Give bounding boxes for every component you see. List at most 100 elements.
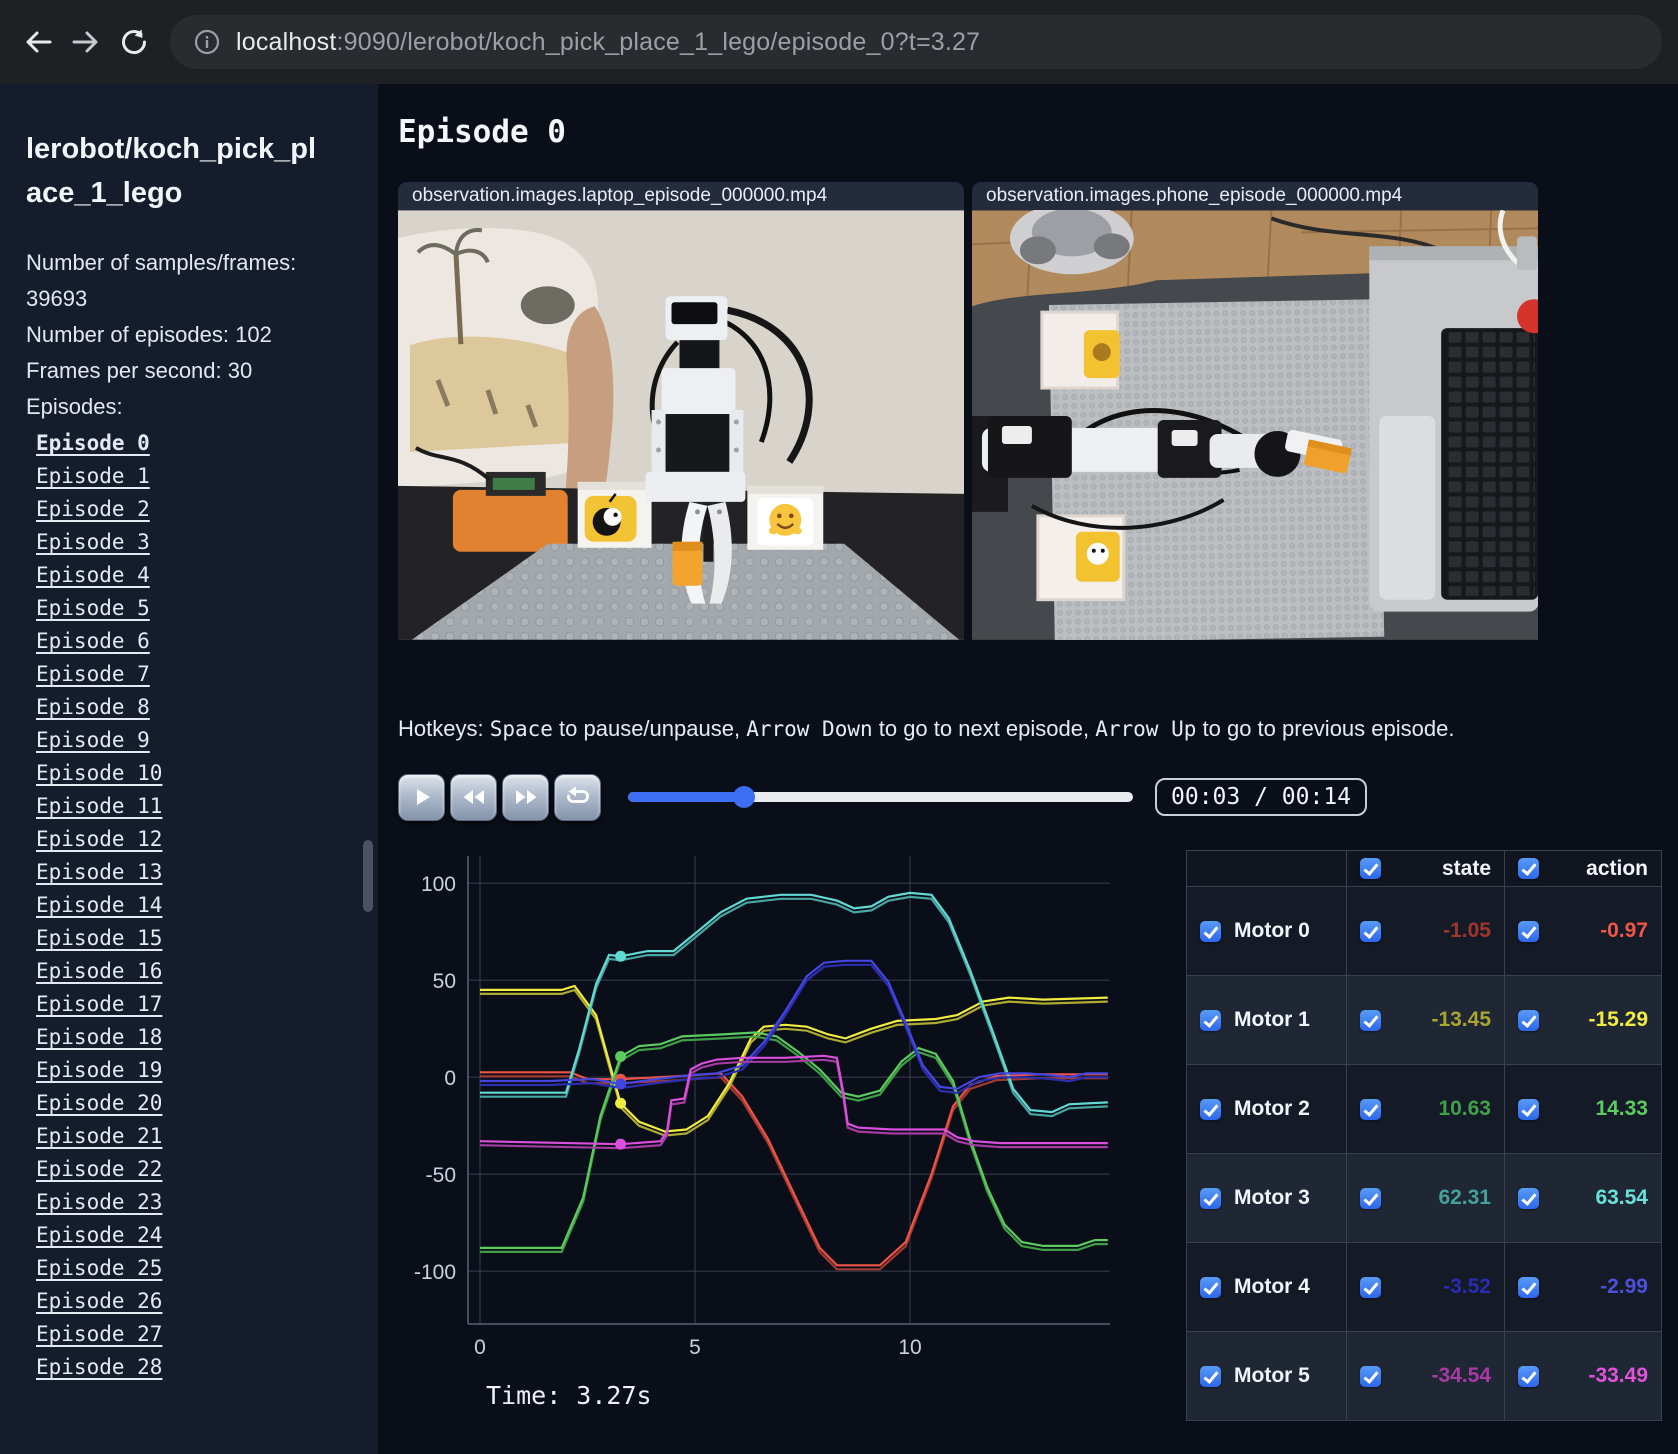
episode-link[interactable]: Episode 19 (36, 1058, 162, 1082)
episode-list-item: Episode 19 (36, 1054, 378, 1087)
episode-link[interactable]: Episode 21 (36, 1124, 162, 1148)
episode-link[interactable]: Episode 10 (36, 761, 162, 785)
back-icon[interactable] (14, 18, 62, 66)
state-value: -34.54 (1431, 1364, 1491, 1387)
episode-link[interactable]: Episode 1 (36, 464, 150, 488)
state-value-checkbox[interactable] (1360, 1009, 1381, 1031)
episode-link[interactable]: Episode 28 (36, 1355, 162, 1379)
browser-toolbar: localhost:9090/lerobot/koch_pick_place_1… (0, 0, 1678, 84)
video-progress-slider[interactable] (628, 786, 1133, 808)
svg-text:10: 10 (898, 1336, 921, 1359)
episode-link[interactable]: Episode 17 (36, 992, 162, 1016)
episode-link[interactable]: Episode 2 (36, 497, 150, 521)
episode-link[interactable]: Episode 0 (36, 431, 150, 455)
episode-link[interactable]: Episode 7 (36, 662, 150, 686)
episode-link[interactable]: Episode 20 (36, 1091, 162, 1115)
episode-link[interactable]: Episode 24 (36, 1223, 162, 1247)
video-frame-laptop[interactable] (398, 210, 964, 640)
player-controls: 00:03 / 00:14 (398, 772, 1678, 822)
table-row: Motor 4 -3.52 -2.99 (1186, 1242, 1662, 1332)
action-value-checkbox[interactable] (1518, 920, 1539, 942)
episode-list-item: Episode 27 (36, 1318, 378, 1351)
episode-list-item: Episode 15 (36, 922, 378, 955)
episode-link[interactable]: Episode 6 (36, 629, 150, 653)
state-value-checkbox[interactable] (1360, 920, 1381, 942)
action-value-checkbox[interactable] (1518, 1187, 1539, 1209)
state-value-checkbox[interactable] (1360, 1187, 1381, 1209)
episode-link[interactable]: Episode 13 (36, 860, 162, 884)
play-button[interactable] (398, 773, 445, 821)
episode-list-item: Episode 23 (36, 1186, 378, 1219)
episode-link[interactable]: Episode 5 (36, 596, 150, 620)
address-bar[interactable]: localhost:9090/lerobot/koch_pick_place_1… (170, 15, 1662, 69)
current-time-marker (615, 950, 627, 962)
episode-link[interactable]: Episode 14 (36, 893, 162, 917)
episode-link[interactable]: Episode 27 (36, 1322, 162, 1346)
episode-link[interactable]: Episode 15 (36, 926, 162, 950)
motor-row-checkbox[interactable] (1200, 1276, 1221, 1298)
action-value: -0.97 (1600, 919, 1648, 942)
state-value-checkbox[interactable] (1360, 1365, 1381, 1387)
episode-link[interactable]: Episode 8 (36, 695, 150, 719)
sidebar-scrollbar-thumb[interactable] (363, 840, 373, 912)
action-value-checkbox[interactable] (1518, 1098, 1539, 1120)
action-value: 14.33 (1595, 1097, 1648, 1120)
hotkey-text: to pause/unpause, (552, 716, 747, 741)
motor-label: Motor 0 (1234, 919, 1310, 942)
episode-list-item: Episode 4 (36, 559, 378, 592)
svg-text:-100: -100 (414, 1261, 456, 1284)
motor-row-checkbox[interactable] (1200, 920, 1221, 942)
page-info-icon[interactable] (192, 27, 222, 57)
action-value-checkbox[interactable] (1518, 1009, 1539, 1031)
series-action-Motor 1 (480, 984, 1108, 1133)
slider-thumb[interactable] (733, 786, 756, 808)
table-row: Motor 1 -13.45 -15.29 (1186, 975, 1662, 1065)
episode-link[interactable]: Episode 4 (36, 563, 150, 587)
action-value-checkbox[interactable] (1518, 1365, 1539, 1387)
episode-link[interactable]: Episode 9 (36, 728, 150, 752)
action-value: -2.99 (1600, 1275, 1648, 1298)
slider-fill (628, 792, 745, 802)
action-column-checkbox[interactable] (1518, 858, 1539, 879)
current-time-marker (615, 1097, 627, 1109)
episode-link[interactable]: Episode 18 (36, 1025, 162, 1049)
episode-list-item: Episode 2 (36, 493, 378, 526)
episode-link[interactable]: Episode 23 (36, 1190, 162, 1214)
state-value-checkbox[interactable] (1360, 1276, 1381, 1298)
motor-row-checkbox[interactable] (1200, 1009, 1221, 1031)
episode-list-item: Episode 7 (36, 658, 378, 691)
reload-icon[interactable] (110, 18, 158, 66)
episode-link[interactable]: Episode 25 (36, 1256, 162, 1280)
episode-link[interactable]: Episode 3 (36, 530, 150, 554)
action-value-checkbox[interactable] (1518, 1276, 1539, 1298)
episode-list-item: Episode 12 (36, 823, 378, 856)
motor-row-checkbox[interactable] (1200, 1098, 1221, 1120)
episode-link[interactable]: Episode 12 (36, 827, 162, 851)
episode-link[interactable]: Episode 11 (36, 794, 162, 818)
state-value: 62.31 (1438, 1186, 1491, 1209)
episode-list-item: Episode 26 (36, 1285, 378, 1318)
episode-list-item: Episode 9 (36, 724, 378, 757)
rewind-button[interactable] (450, 773, 497, 821)
forward-icon[interactable] (62, 18, 110, 66)
video-card-laptop: observation.images.laptop_episode_000000… (398, 182, 964, 640)
motor-row-checkbox[interactable] (1200, 1365, 1221, 1387)
motor-table-body: Motor 0 -1.05 -0.97 Motor 1 -13.45 -15.29 Moto… (1186, 886, 1662, 1421)
episode-link[interactable]: Episode 22 (36, 1157, 162, 1181)
episode-list-item: Episode 14 (36, 889, 378, 922)
episode-list: Episode 0 Episode 1 Episode 2 Episode 3 Epis… (26, 427, 378, 1384)
state-column-checkbox[interactable] (1360, 858, 1381, 879)
state-value-checkbox[interactable] (1360, 1098, 1381, 1120)
episode-list-item: Episode 20 (36, 1087, 378, 1120)
episode-link[interactable]: Episode 26 (36, 1289, 162, 1313)
panda-box (577, 481, 652, 548)
episode-link[interactable]: Episode 16 (36, 959, 162, 983)
motor-row-checkbox[interactable] (1200, 1187, 1221, 1209)
video-frame-phone[interactable] (972, 210, 1538, 640)
svg-text:5: 5 (689, 1336, 701, 1359)
motor-table: state action Motor 0 -1.05 -0.97 Motor 1… (1186, 850, 1662, 1421)
action-value: -33.49 (1588, 1364, 1648, 1387)
dataset-info: Number of samples/frames: 39693 Number o… (26, 245, 298, 389)
fast-forward-button[interactable] (502, 773, 549, 821)
loop-button[interactable] (554, 773, 601, 821)
